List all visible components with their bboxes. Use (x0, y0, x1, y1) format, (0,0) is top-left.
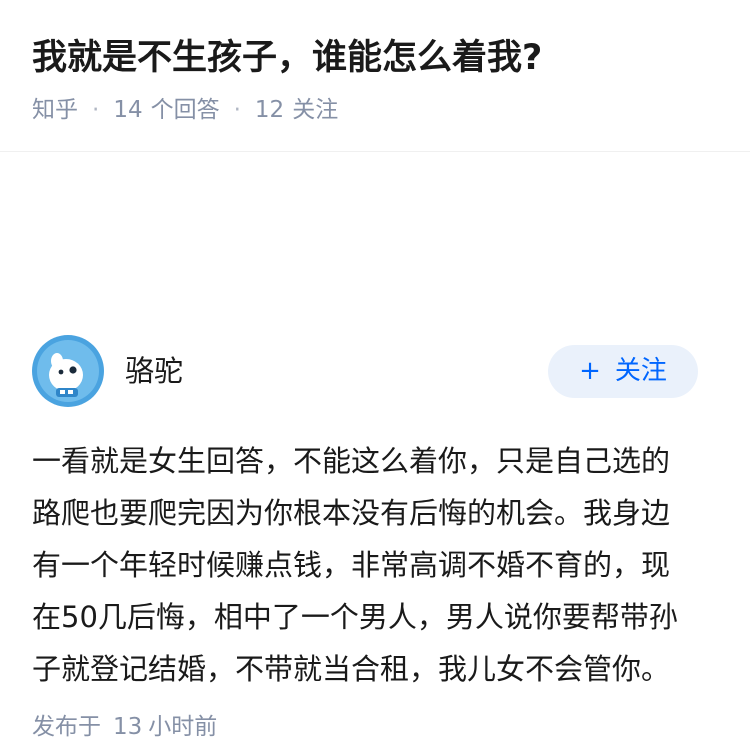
answer-text-line: 一看就是女生回答，不能这么着你，只是自己选的 (32, 444, 671, 478)
answer-content[interactable]: 一看就是女生回答，不能这么着你，只是自己选的 路爬也要爬完因为你根本没有后悔的机… (32, 435, 712, 695)
answer-count-label[interactable]: 个回答 (151, 97, 220, 123)
question-title[interactable]: 我就是不生孩子，谁能怎么着我? (32, 33, 542, 83)
follow-button[interactable]: + 关注 (548, 345, 698, 398)
question-header: 我就是不生孩子，谁能怎么着我? 知乎 · 14 个回答 · 12 关注 (0, 0, 750, 152)
answer-text-line: 在50几后悔，相中了一个男人，男人说你要帮带孙 (32, 600, 678, 634)
answer-text-line: 有一个年轻时候赚点钱，非常高调不婚不育的，现 (32, 548, 671, 582)
answer-count: 14 (113, 97, 143, 123)
separator-dot: · (92, 97, 100, 123)
avatar-image (32, 335, 104, 407)
author-name[interactable]: 骆驼 (125, 351, 183, 391)
separator-dot: · (233, 97, 241, 123)
follower-count-label[interactable]: 关注 (292, 97, 338, 123)
follow-button-label: 关注 (614, 356, 667, 386)
answer-text-line: 路爬也要爬完因为你根本没有后悔的机会。我身边 (32, 496, 671, 530)
publish-time: 发布于 13 小时前 (32, 711, 217, 743)
avatar[interactable] (32, 335, 104, 407)
publish-value: 13 (113, 714, 143, 740)
source-label[interactable]: 知乎 (32, 97, 78, 123)
plus-icon: + (579, 356, 601, 386)
publish-prefix: 发布于 (32, 714, 101, 740)
answer-text-line: 子就登记结婚，不带就当合租，我儿女不会管你。 (32, 652, 671, 686)
publish-unit: 小时前 (148, 714, 218, 740)
follower-count: 12 (254, 97, 285, 123)
question-meta: 知乎 · 14 个回答 · 12 关注 (32, 94, 338, 126)
